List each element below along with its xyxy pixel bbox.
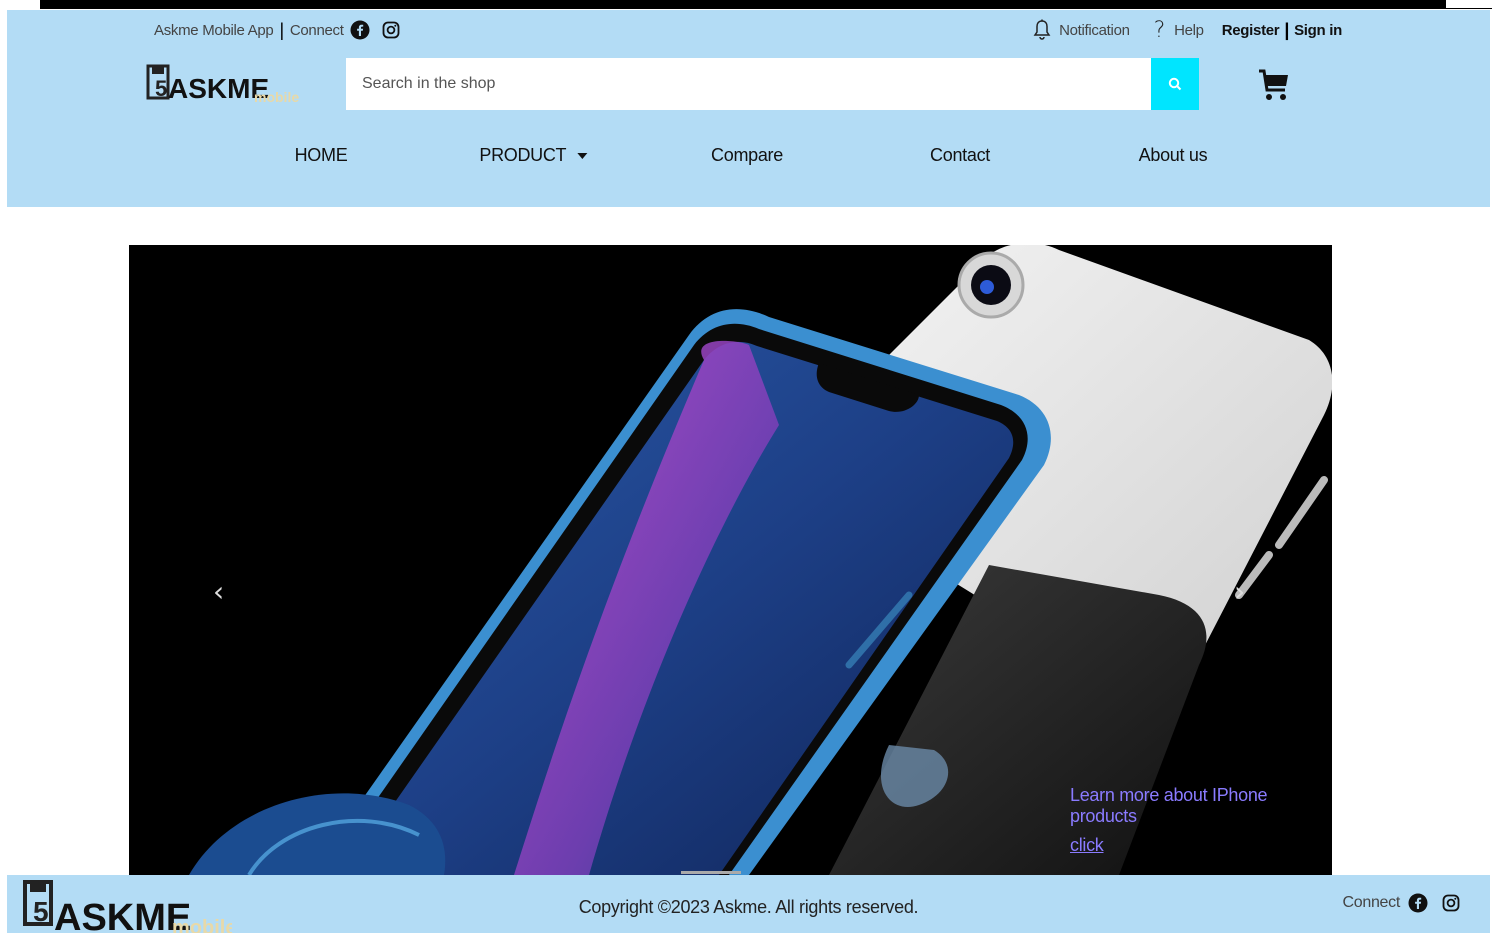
top-border (40, 0, 1446, 9)
carousel-indicator[interactable] (681, 871, 741, 874)
askme-logo[interactable]: 5 ASKME mobile (146, 64, 306, 108)
site-header: Askme Mobile App | Connect Notification … (7, 10, 1490, 207)
nav-contact[interactable]: Contact (930, 145, 990, 166)
bell-icon (1033, 19, 1051, 40)
caption-text: Learn more about IPhone products (1070, 785, 1268, 826)
facebook-icon[interactable] (1408, 893, 1428, 913)
instagram-icon[interactable] (1442, 894, 1460, 912)
caret-down-icon (577, 153, 588, 160)
nav-product-label: PRODUCT (479, 145, 566, 165)
footer-connect-label: Connect (1342, 894, 1401, 911)
site-footer: 5 ASKME mobile Copyright ©2023 Askme. Al… (7, 875, 1490, 938)
help-label: Help (1174, 21, 1204, 39)
main-nav: HOME PRODUCT Compare Contact About us (7, 145, 1490, 175)
copyright-text: Copyright ©2023 Askme. All rights reserv… (578, 897, 919, 917)
divider: | (279, 19, 284, 40)
search-input[interactable] (346, 58, 1151, 110)
register-link[interactable]: Register (1222, 22, 1280, 39)
footer-connect: Connect (1343, 893, 1461, 913)
cart-icon (1259, 69, 1288, 100)
top-border-thin (1446, 8, 1492, 9)
notification-label: Notification (1059, 21, 1130, 39)
nav-product[interactable]: PRODUCT (479, 145, 588, 166)
divider: | (1284, 19, 1290, 40)
search-icon (1168, 77, 1182, 91)
search-button[interactable] (1151, 58, 1199, 110)
svg-text:5: 5 (155, 76, 167, 101)
notification-link[interactable]: Notification (1033, 19, 1130, 41)
cart-button[interactable] (1257, 68, 1291, 102)
connect-label: Connect (289, 21, 344, 39)
hero-carousel: ‹ › Learn more about IPhone products cli… (129, 245, 1332, 875)
caption-link[interactable]: click (1070, 835, 1332, 856)
topbar-right: Notification ? Help Register | Sign in (1009, 18, 1343, 43)
topbar-left: Askme Mobile App | Connect (154, 18, 400, 42)
footer-brand-sub: mobile (172, 917, 232, 933)
nav-home[interactable]: HOME (295, 145, 348, 166)
carousel-prev-button[interactable]: ‹ (213, 575, 224, 608)
instagram-icon[interactable] (382, 21, 400, 39)
signin-link[interactable]: Sign in (1294, 22, 1342, 39)
brand-sub: mobile (254, 89, 299, 105)
auth-links: Register | Sign in (1222, 19, 1343, 41)
question-icon: ? (1153, 17, 1166, 43)
nav-about[interactable]: About us (1139, 145, 1208, 166)
nav-compare[interactable]: Compare (711, 145, 783, 166)
carousel-caption: Learn more about IPhone products click (1070, 785, 1332, 856)
facebook-icon[interactable] (350, 20, 370, 40)
carousel-next-button[interactable]: › (1234, 575, 1245, 608)
iphone-hero-image (189, 245, 1332, 875)
mobile-app-link[interactable]: Askme Mobile App (154, 22, 274, 39)
help-link[interactable]: ? Help (1154, 18, 1204, 43)
